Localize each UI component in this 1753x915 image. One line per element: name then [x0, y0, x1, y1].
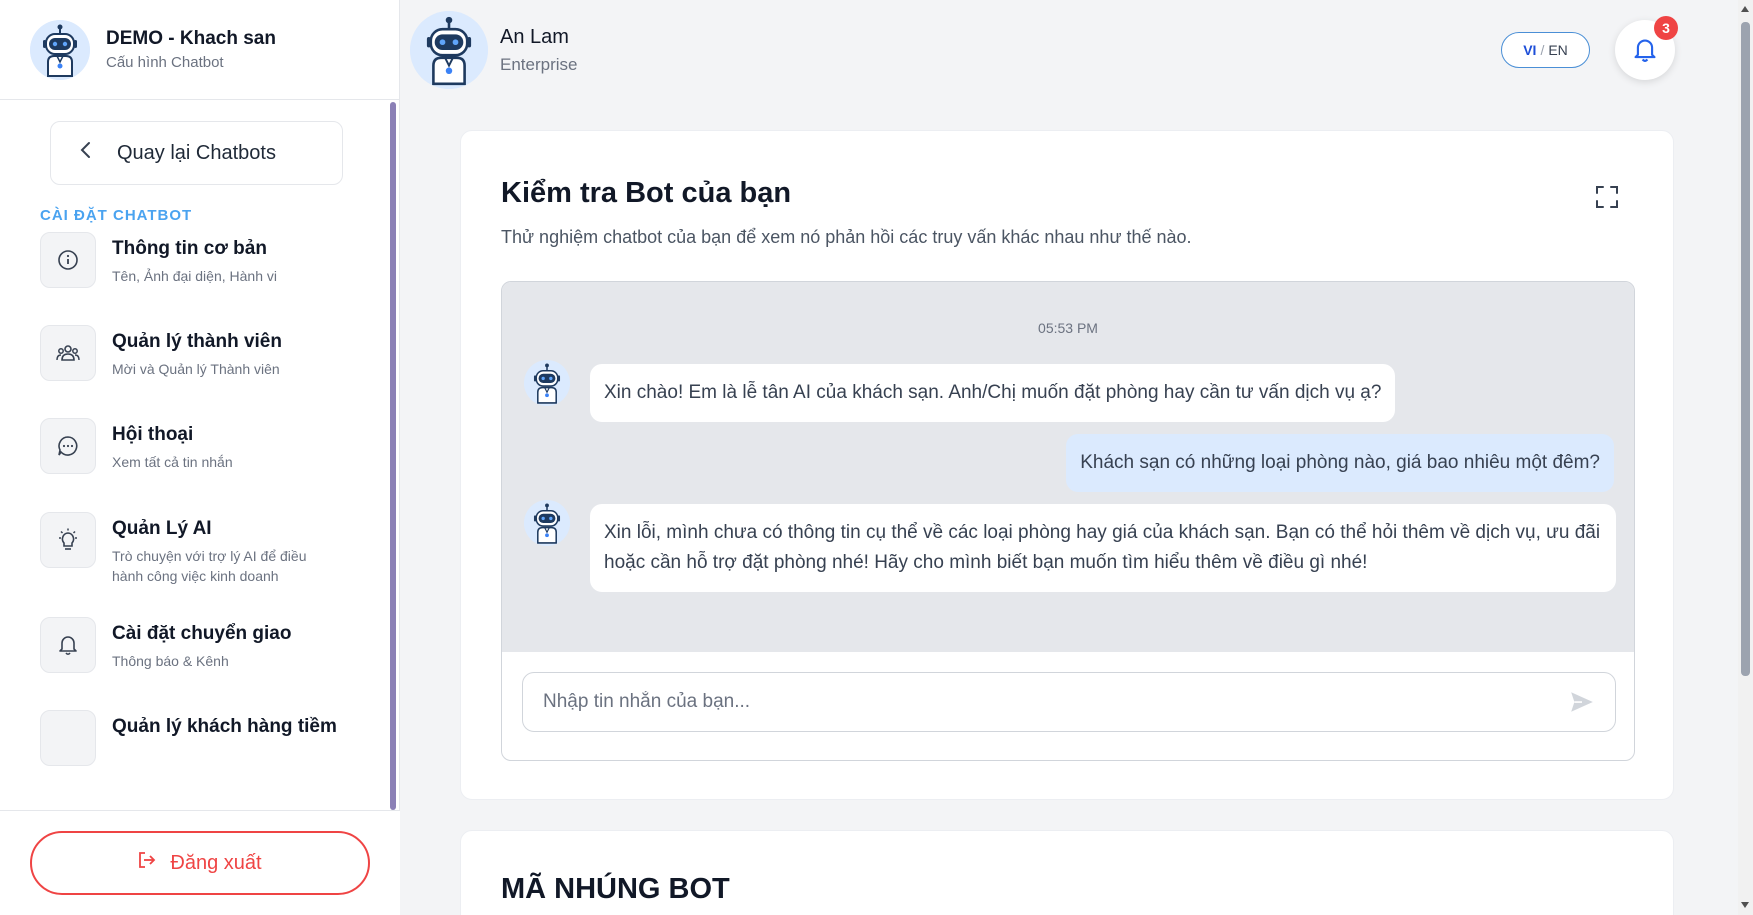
lang-en[interactable]: EN [1548, 42, 1567, 58]
user-plan: Enterprise [500, 54, 578, 74]
users-icon [40, 325, 96, 381]
window-scrollbar[interactable] [1738, 0, 1753, 915]
lang-separator: / [1540, 42, 1545, 58]
logout-icon [138, 851, 156, 875]
robot-icon [30, 20, 90, 80]
robot-icon [410, 11, 488, 89]
user-profile[interactable]: An Lam Enterprise [410, 11, 577, 89]
user-avatar [410, 11, 488, 89]
send-button[interactable] [1569, 689, 1597, 717]
user-name: An Lam [500, 25, 569, 48]
chat-messages: 05:53 PM Xin chào! Em là lễ tân AI của k… [502, 282, 1634, 652]
sidebar-item-conversations[interactable]: Hội thoại Xem tất cả tin nhắn [40, 418, 360, 474]
chat-window: 05:53 PM Xin chào! Em là lễ tân AI của k… [501, 281, 1635, 761]
robot-icon [524, 360, 570, 406]
bot-avatar [524, 500, 570, 546]
menu-item-desc: Thông báo & Kênh [112, 653, 229, 669]
sidebar: DEMO - Khach san Cấu hình Chatbot Quay l… [0, 0, 400, 915]
bot-message: Xin chào! Em là lễ tân AI của khách sạn.… [590, 364, 1396, 422]
bell-icon [40, 617, 96, 673]
test-bot-card: Kiểm tra Bot của bạn Thử nghiệm chatbot … [460, 130, 1674, 800]
sidebar-scroll-area: Quay lại Chatbots CÀI ĐẶT CHATBOT Thông … [0, 100, 400, 810]
sidebar-header: DEMO - Khach san Cấu hình Chatbot [0, 0, 399, 100]
menu-item-title: Quản lý khách hàng tiềm [112, 716, 337, 737]
lang-vi[interactable]: VI [1523, 42, 1536, 58]
menu-item-title: Cài đặt chuyển giao [112, 623, 292, 644]
bot-message: Xin lỗi, mình chưa có thông tin cụ thể v… [590, 504, 1616, 592]
menu-item-desc: Mời và Quản lý Thành viên [112, 361, 280, 377]
sidebar-item-ai-management[interactable]: Quản Lý AI Trò chuyện với trợ lý AI để đ… [40, 512, 360, 586]
menu-item-desc: Xem tất cả tin nhắn [112, 454, 233, 470]
chatbot-subtitle: Cấu hình Chatbot [106, 54, 224, 71]
chevron-left-icon [79, 141, 93, 165]
sidebar-item-basic-info[interactable]: Thông tin cơ bản Tên, Ảnh đại diện, Hành… [40, 232, 360, 288]
menu-item-desc: Tên, Ảnh đại diện, Hành vi [112, 268, 277, 284]
info-icon [40, 232, 96, 288]
menu-item-title: Hội thoại [112, 424, 194, 445]
chatbot-avatar [30, 19, 90, 80]
menu-item-title: Quản Lý AI [112, 518, 212, 539]
sidebar-item-leads[interactable]: Quản lý khách hàng tiềm [40, 710, 360, 766]
menu-item-desc: Trò chuyện với trợ lý AI để điều hành cô… [112, 548, 307, 584]
chat-icon [40, 418, 96, 474]
menu-item-title: Thông tin cơ bản [112, 238, 267, 259]
fullscreen-button[interactable] [1595, 185, 1623, 213]
robot-icon [524, 500, 570, 546]
scroll-down-arrow[interactable] [1741, 902, 1749, 908]
message-input-row [522, 672, 1616, 732]
send-icon [1571, 692, 1593, 712]
top-bar: An Lam Enterprise VI / EN 3 [400, 0, 1738, 100]
sidebar-scrollbar[interactable] [390, 102, 396, 810]
message-timestamp: 05:53 PM [1038, 320, 1098, 336]
message-input[interactable] [543, 691, 1543, 713]
sidebar-item-handover-settings[interactable]: Cài đặt chuyển giao Thông báo & Kênh [40, 617, 360, 673]
lightbulb-icon [40, 512, 96, 568]
logout-label: Đăng xuất [170, 851, 262, 874]
bot-avatar [524, 360, 570, 406]
fullscreen-icon [1596, 186, 1618, 208]
target-icon [40, 710, 96, 766]
card-title: Kiểm tra Bot của bạn [501, 177, 792, 209]
section-label: CÀI ĐẶT CHATBOT [40, 207, 193, 224]
logout-button[interactable]: Đăng xuất [30, 831, 370, 895]
language-toggle[interactable]: VI / EN [1501, 32, 1590, 68]
bell-icon [1634, 39, 1656, 62]
notification-badge: 3 [1654, 16, 1678, 40]
card-subtitle: Thử nghiệm chatbot của bạn để xem nó phả… [501, 227, 1192, 247]
menu-item-title: Quản lý thành viên [112, 331, 282, 352]
user-message: Khách sạn có những loại phòng nào, giá b… [1066, 434, 1614, 492]
scroll-up-arrow[interactable] [1741, 6, 1749, 12]
chatbot-name: DEMO - Khach san [106, 28, 276, 49]
embed-code-card: MÃ NHÚNG BOT [460, 830, 1674, 915]
sidebar-item-members[interactable]: Quản lý thành viên Mời và Quản lý Thành … [40, 325, 360, 381]
scroll-thumb[interactable] [1741, 22, 1750, 676]
back-button-label: Quay lại Chatbots [117, 141, 276, 164]
embed-card-title: MÃ NHÚNG BOT [501, 873, 730, 905]
back-to-chatbots-button[interactable]: Quay lại Chatbots [50, 121, 343, 185]
sidebar-footer: Đăng xuất [0, 810, 400, 915]
